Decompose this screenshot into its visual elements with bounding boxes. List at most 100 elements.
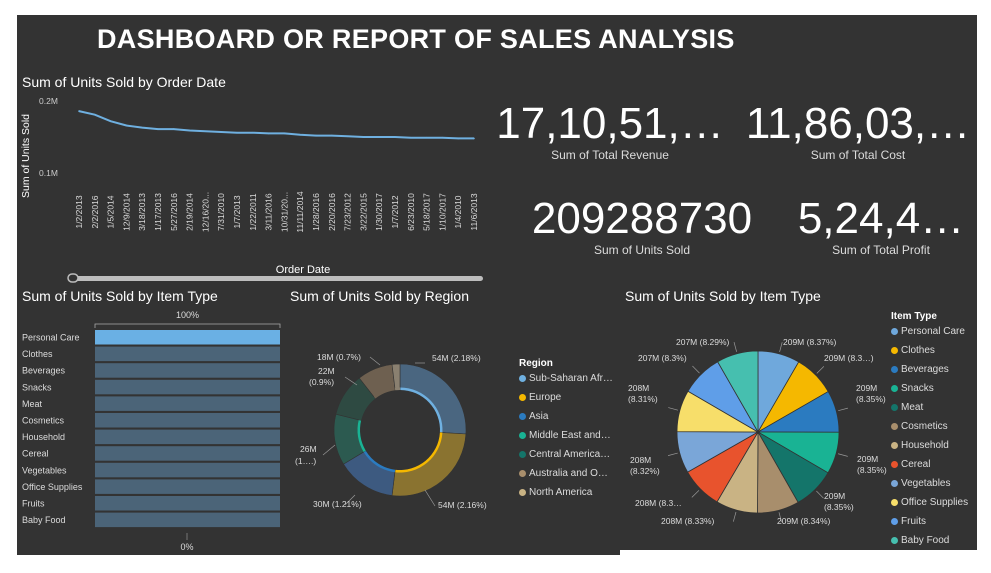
pie-label-leader xyxy=(692,365,700,374)
donut-legend-item[interactable]: Europe xyxy=(519,392,561,403)
pie-legend-item[interactable]: Fruits xyxy=(891,516,926,527)
legend-dot-icon xyxy=(891,480,898,487)
pie-label-leader xyxy=(691,490,700,498)
line-chart: 0.2M 0.1M Sum of Units Sold 1/2/2013 2/2/201… xyxy=(20,96,483,283)
line-point xyxy=(94,113,96,116)
x-tick-label: 1/17/2013 xyxy=(153,193,163,231)
pie-data-label: 209M (8.34%) xyxy=(777,516,831,526)
pie-data-label: (8.35%) xyxy=(857,465,887,475)
scrollbar-track xyxy=(69,276,483,281)
legend-label: Cosmetics xyxy=(901,421,948,432)
pie-legend-item[interactable]: Beverages xyxy=(891,364,949,375)
pie-legend-item[interactable]: Office Supplies xyxy=(891,497,968,508)
pie-label-leader xyxy=(816,366,825,374)
donut-label-leader xyxy=(322,444,336,456)
kpi-units-sold-value: 209288730 xyxy=(531,194,753,243)
pie-legend-item[interactable]: Personal Care xyxy=(891,326,965,337)
kpi-total-revenue-label: Sum of Total Revenue xyxy=(551,148,669,162)
pie-legend-item[interactable]: Baby Food xyxy=(891,535,949,546)
pie-data-label: 209M (8.37%) xyxy=(783,337,837,347)
kpi-units-sold-label: Sum of Units Sold xyxy=(593,243,691,257)
pie-data-label: 207M (8.3%) xyxy=(638,353,687,363)
pie-data-label: (8.31%) xyxy=(628,394,658,404)
donut-slice xyxy=(391,432,467,497)
bar-category-label: Snacks xyxy=(22,382,52,392)
line-point xyxy=(441,136,444,139)
x-tick-label: 7/31/2010 xyxy=(216,193,226,231)
donut-data-label: 54M (2.18%) xyxy=(432,353,481,363)
legend-dot-icon xyxy=(891,385,898,392)
line-series xyxy=(78,110,474,140)
donut-legend-item[interactable]: Asia xyxy=(519,411,548,422)
pie-label-leader xyxy=(779,342,783,352)
line-point xyxy=(394,136,396,138)
legend-dot-icon xyxy=(891,366,898,373)
donut-data-label: 22M xyxy=(318,366,335,376)
x-tick-label: 11/6/2013 xyxy=(469,193,479,230)
x-tick-label: 1/30/2017 xyxy=(374,193,384,231)
kpi-total-cost-label: Sum of Total Cost xyxy=(810,148,906,162)
donut-chart-title: Sum of Units Sold by Region xyxy=(290,288,469,304)
donut-legend-item[interactable]: Sub-Saharan Afr… xyxy=(519,373,613,384)
donut-legend-item[interactable]: North America xyxy=(519,487,592,498)
line-point xyxy=(362,136,365,138)
donut-label-leader xyxy=(344,376,358,386)
donut-legend-item[interactable]: Middle East and… xyxy=(519,430,611,441)
bar-category-label: Cereal xyxy=(22,449,49,459)
bar-cosmetics xyxy=(95,413,280,428)
legend-label: Beverages xyxy=(901,364,949,375)
bar-category-label: Beverages xyxy=(22,366,66,376)
legend-dot-icon xyxy=(891,537,898,544)
bar-chart: 100% Personal Care Clothes Beverages Snacks M… xyxy=(22,310,281,552)
pie-legend-item[interactable]: Cosmetics xyxy=(891,421,948,432)
x-tick-label: 11/11/2014 xyxy=(295,191,305,233)
legend-dot-icon xyxy=(519,394,526,401)
bar-cereal xyxy=(95,446,280,461)
kpi-total-profit-value: 5,24,4… xyxy=(797,194,965,243)
legend-label: Baby Food xyxy=(901,535,950,546)
legend-label: Household xyxy=(901,440,949,451)
scrollbar-handle[interactable] xyxy=(67,273,79,283)
donut-inner-ring xyxy=(394,387,400,391)
line-point xyxy=(109,120,112,122)
pie-legend-item[interactable]: Snacks xyxy=(891,383,934,394)
donut-data-label: (1….) xyxy=(295,456,316,466)
pie-legend-item[interactable]: Clothes xyxy=(891,345,935,356)
pie-legend-title: Item Type xyxy=(891,311,937,322)
legend-label: Personal Care xyxy=(901,326,965,337)
x-tick-label: 1/28/2016 xyxy=(311,193,321,231)
pie-legend-item[interactable]: Meat xyxy=(891,402,923,413)
bar-fruits xyxy=(95,496,280,511)
bar-category-label: Meat xyxy=(22,399,43,409)
pie-data-label: 207M (8.29%) xyxy=(676,337,730,347)
legend-label: Middle East and… xyxy=(529,430,611,441)
kpi-total-cost-value: 11,86,03,… xyxy=(745,99,971,148)
legend-dot-icon xyxy=(519,451,526,458)
pie-data-label: (8.35%) xyxy=(856,394,886,404)
line-point xyxy=(410,136,412,139)
bar-scale-bracket xyxy=(94,323,281,328)
x-tick-label: 7/23/2012 xyxy=(343,193,353,231)
legend-label: Central America… xyxy=(529,449,611,460)
x-tick-label: 1/2/2013 xyxy=(74,195,84,228)
y-tick-label: 0.1M xyxy=(39,168,58,178)
legend-label: Fruits xyxy=(901,516,926,527)
legend-dot-icon xyxy=(519,432,526,439)
legend-dot-icon xyxy=(891,518,898,525)
pie-legend-item[interactable]: Household xyxy=(891,440,949,451)
line-point xyxy=(283,132,286,135)
x-axis-label: Order Date xyxy=(276,264,330,276)
donut-legend-item[interactable]: Australia and O… xyxy=(519,468,608,479)
x-tick-label: 2/19/2014 xyxy=(185,193,195,231)
pie-data-label: 208M xyxy=(628,383,649,393)
donut-chart: 54M (2.18%) 54M (2.16%) 30M (1.21%) 26M (1….… xyxy=(295,352,487,510)
donut-data-label: (0.9%) xyxy=(309,377,334,387)
pie-data-label: 208M (8.33%) xyxy=(661,516,715,526)
line-point xyxy=(236,131,238,134)
bar-scale-top-label: 100% xyxy=(176,310,199,320)
legend-dot-icon xyxy=(519,375,526,382)
pie-data-label: 209M xyxy=(824,491,845,501)
pie-legend-item[interactable]: Vegetables xyxy=(891,478,951,489)
pie-legend-item[interactable]: Cereal xyxy=(891,459,930,470)
donut-legend-item[interactable]: Central America… xyxy=(519,449,610,460)
